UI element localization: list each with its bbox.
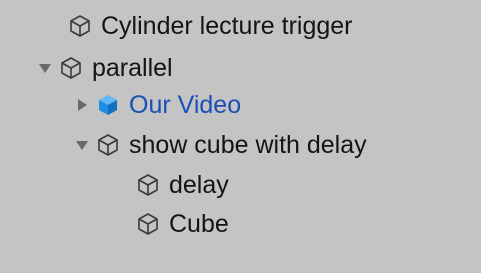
hierarchy-item-label: Our Video xyxy=(129,90,242,119)
gameobject-icon xyxy=(135,172,161,198)
hierarchy-item-show-cube-with-delay[interactable]: show cube with delay xyxy=(72,126,367,164)
foldout-collapsed-icon[interactable] xyxy=(72,95,92,115)
hierarchy-item-cube[interactable]: Cube xyxy=(135,205,229,243)
hierarchy-item-label: show cube with delay xyxy=(129,130,367,159)
foldout-expanded-icon[interactable] xyxy=(35,58,55,78)
hierarchy-item-cylinder-lecture-trigger[interactable]: Cylinder lecture trigger xyxy=(67,7,353,45)
hierarchy-item-delay[interactable]: delay xyxy=(135,166,229,204)
prefab-icon xyxy=(95,92,121,118)
hierarchy-item-label: Cube xyxy=(169,209,229,238)
hierarchy-item-our-video[interactable]: Our Video xyxy=(72,86,241,124)
gameobject-icon xyxy=(58,55,84,81)
hierarchy-item-parallel[interactable]: parallel xyxy=(35,49,173,87)
hierarchy-item-label: Cylinder lecture trigger xyxy=(101,11,353,40)
gameobject-icon xyxy=(95,132,121,158)
gameobject-icon xyxy=(67,13,93,39)
hierarchy-panel: Cylinder lecture trigger parallel Our Vi… xyxy=(0,0,481,273)
hierarchy-item-label: parallel xyxy=(92,53,173,82)
gameobject-icon xyxy=(135,211,161,237)
hierarchy-item-label: delay xyxy=(169,170,229,199)
foldout-expanded-icon[interactable] xyxy=(72,135,92,155)
